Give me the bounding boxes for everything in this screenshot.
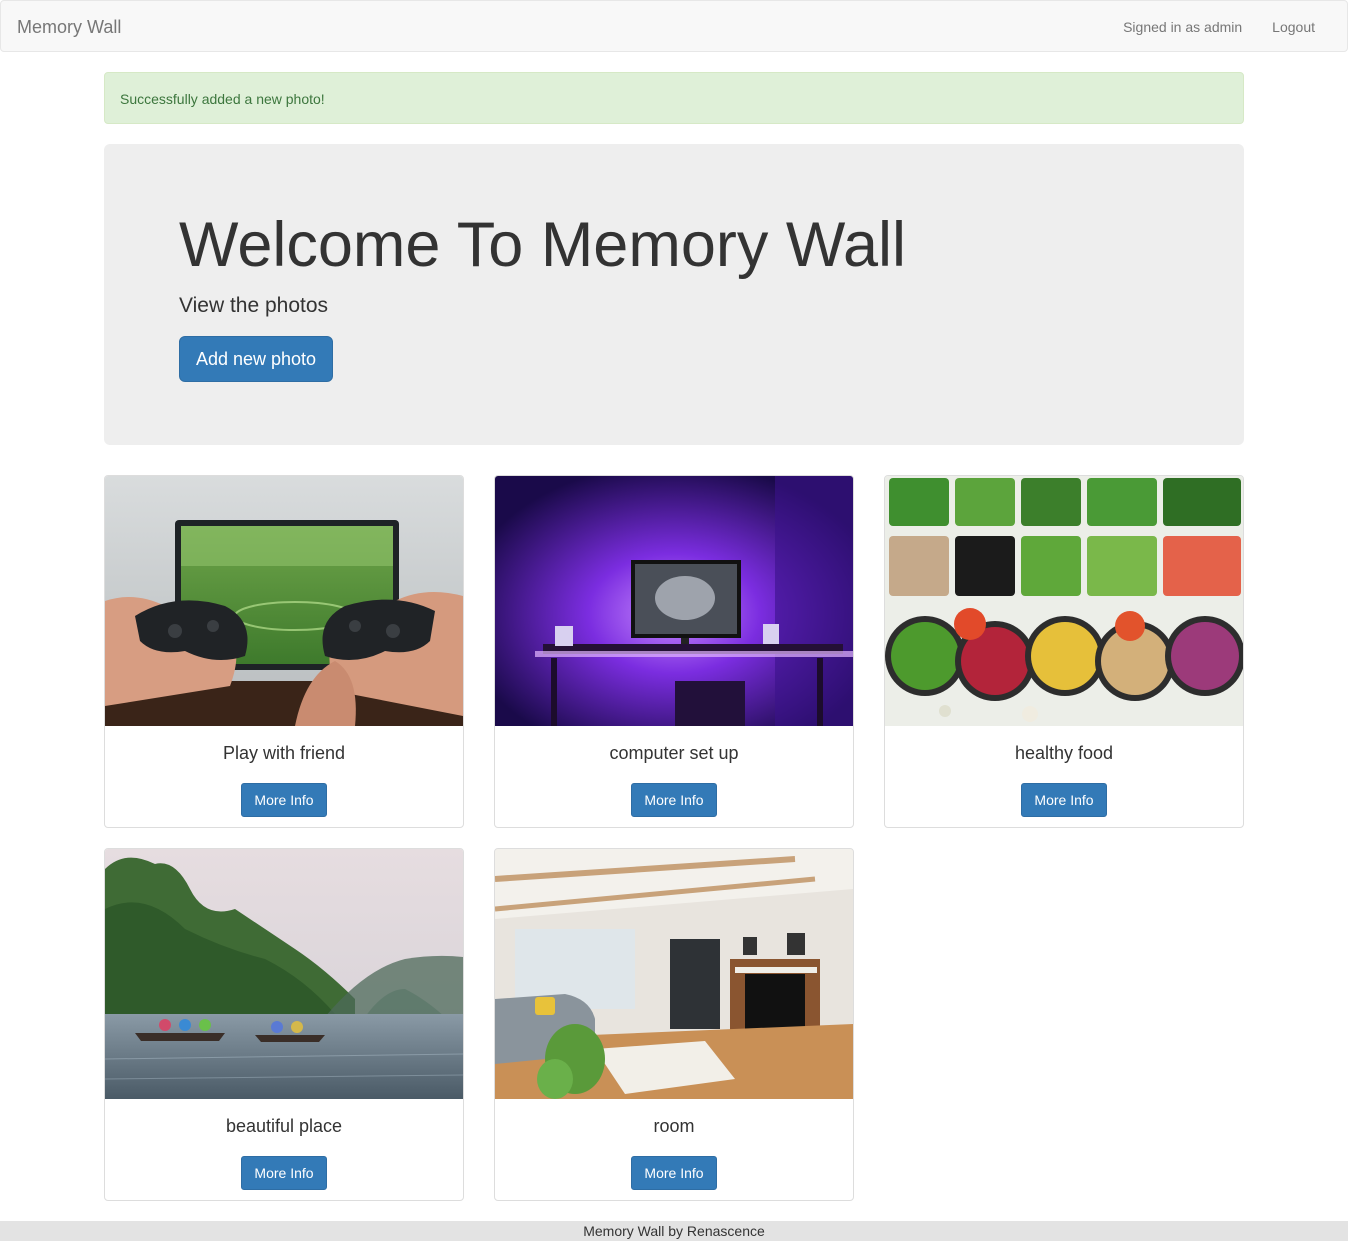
signed-in-link[interactable]: Signed in as admin <box>1108 1 1257 53</box>
salad-bar-photo <box>885 476 1243 726</box>
photo-card: Play with friend More Info <box>104 475 464 828</box>
success-alert: Successfully added a new photo! <box>104 72 1244 124</box>
page-subtitle: View the photos <box>179 294 329 317</box>
photo-title: room <box>653 1116 695 1136</box>
photo-card: beautiful place More Info <box>104 848 464 1201</box>
jumbotron: Welcome To Memory Wall View the photos A… <box>104 144 1244 445</box>
alert-message: Successfully added a new photo! <box>120 91 325 107</box>
more-info-button[interactable]: More Info <box>631 783 717 817</box>
photo-card: healthy food More Info <box>884 475 1244 828</box>
photo-card: room More Info <box>494 848 854 1201</box>
photo-title: beautiful place <box>225 1116 343 1136</box>
navbar: Memory Wall Signed in as admin Logout <box>0 0 1348 52</box>
photo-title: computer set up <box>609 743 739 763</box>
living-room-photo <box>495 849 853 1099</box>
page-title: Welcome To Memory Wall <box>179 210 906 280</box>
footer: Memory Wall by Renascence <box>0 1221 1348 1241</box>
more-info-button[interactable]: More Info <box>631 1156 717 1190</box>
more-info-button[interactable]: More Info <box>241 1156 327 1190</box>
photo-card: computer set up More Info <box>494 475 854 828</box>
river-boats-photo <box>105 849 463 1099</box>
footer-text: Memory Wall by Renascence <box>583 1223 765 1239</box>
more-info-button[interactable]: More Info <box>1021 783 1107 817</box>
purple-desk-setup-photo <box>495 476 853 726</box>
brand-link[interactable]: Memory Wall <box>17 16 121 38</box>
add-new-photo-button[interactable]: Add new photo <box>179 336 333 382</box>
photo-title: Play with friend <box>222 743 346 763</box>
gaming-controllers-photo <box>105 476 463 726</box>
logout-link[interactable]: Logout <box>1257 1 1347 53</box>
navbar-right: Signed in as admin Logout <box>1108 1 1347 53</box>
photo-title: healthy food <box>1014 743 1114 763</box>
more-info-button[interactable]: More Info <box>241 783 327 817</box>
